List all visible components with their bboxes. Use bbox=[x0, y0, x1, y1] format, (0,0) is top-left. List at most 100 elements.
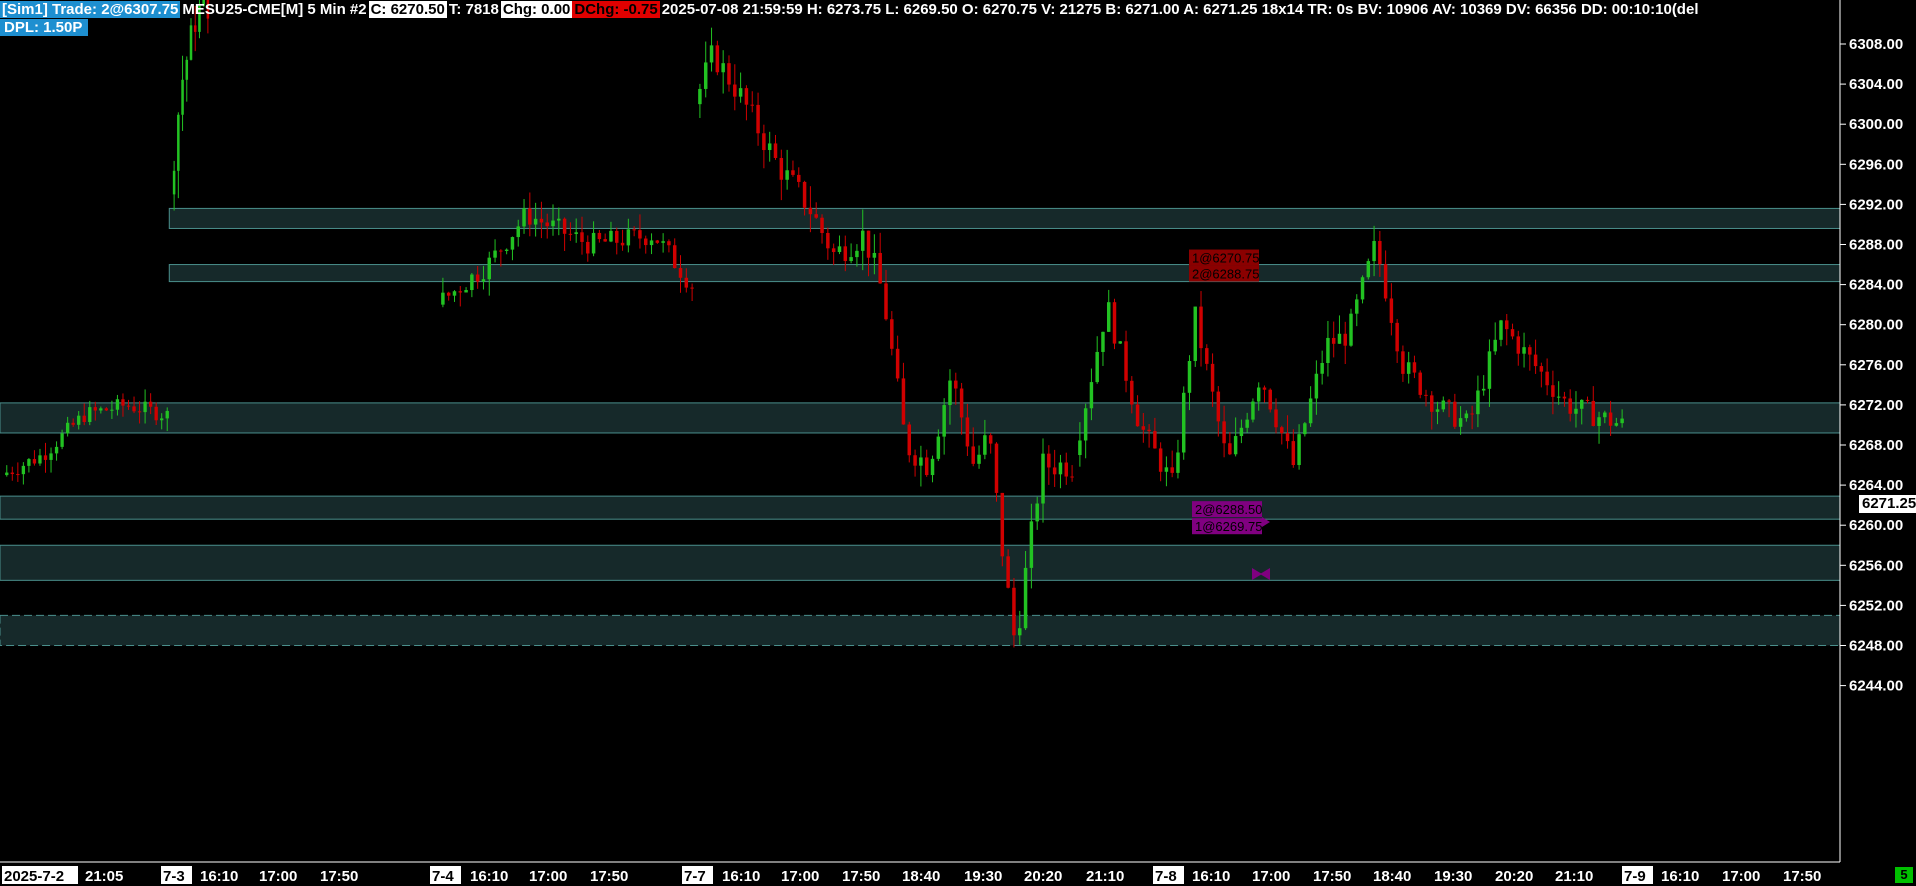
zone-3 bbox=[0, 495, 1841, 520]
time-tick-label: 19:30 bbox=[1434, 868, 1472, 885]
symbol-label: MESU25-CME[M] 5 Min #2 bbox=[182, 1, 367, 18]
candle bbox=[1303, 422, 1307, 437]
candle bbox=[762, 124, 766, 169]
candle bbox=[1453, 393, 1457, 429]
change-value: Chg: 0.00 bbox=[500, 1, 573, 18]
time-tick-label: 7-9 bbox=[1624, 868, 1646, 885]
zone-0 bbox=[168, 207, 1841, 229]
candle bbox=[936, 429, 941, 462]
candle bbox=[878, 232, 882, 284]
price-tick-label: 6272.00 bbox=[1849, 397, 1903, 414]
candle bbox=[1095, 336, 1099, 384]
time-tick-label: 16:10 bbox=[470, 868, 508, 885]
candle bbox=[1000, 492, 1005, 567]
time-tick-label: 17:50 bbox=[1783, 868, 1821, 885]
candle bbox=[1251, 398, 1255, 423]
candle bbox=[698, 83, 702, 118]
candle bbox=[1064, 452, 1069, 485]
price-tick-label: 6292.00 bbox=[1849, 196, 1903, 213]
candle bbox=[649, 233, 654, 255]
candle bbox=[1366, 258, 1371, 280]
price-tick-label: 6288.00 bbox=[1849, 237, 1903, 254]
candle bbox=[826, 227, 830, 260]
candle bbox=[901, 362, 906, 425]
candle bbox=[1343, 321, 1347, 365]
zone-1 bbox=[168, 264, 1841, 283]
candle bbox=[528, 192, 532, 237]
candle bbox=[1164, 456, 1169, 487]
candle bbox=[1170, 450, 1174, 478]
candle bbox=[1395, 319, 1399, 363]
candle bbox=[1308, 386, 1313, 427]
candle bbox=[185, 56, 189, 102]
corner-badge[interactable]: 5 bbox=[1895, 867, 1913, 883]
candle bbox=[499, 249, 503, 267]
time-axis: 2025-7-2 21:05 7-3 16:10 17:00 17:50 7-4 16:10 1… bbox=[2, 866, 1821, 885]
candle bbox=[1556, 381, 1561, 405]
price-tick-label: 6308.00 bbox=[1849, 36, 1903, 53]
candle bbox=[1193, 306, 1197, 367]
time-tick-label: 16:10 bbox=[1192, 868, 1230, 885]
candle bbox=[10, 466, 14, 481]
candle bbox=[177, 112, 180, 199]
candle bbox=[678, 255, 683, 293]
order-label-3: 1@6269.75 bbox=[1195, 519, 1262, 534]
time-tick-label: 17:50 bbox=[842, 868, 880, 885]
time-tick-label: 17:50 bbox=[320, 868, 358, 885]
candle bbox=[855, 244, 859, 267]
sim-trade-badge[interactable]: [Sim1] Trade: 2@6307.75 bbox=[0, 1, 181, 18]
candle bbox=[493, 239, 497, 263]
price-tick-label: 6252.00 bbox=[1849, 597, 1903, 614]
candle bbox=[539, 201, 544, 239]
candle bbox=[895, 335, 900, 382]
candle bbox=[1320, 350, 1324, 385]
candle bbox=[1337, 315, 1342, 344]
chart-header: [Sim1] Trade: 2@6307.75 MESU25-CME[M] 5 M… bbox=[0, 0, 1700, 19]
candle bbox=[661, 233, 665, 253]
time-tick-label: 2025-7-2 bbox=[4, 868, 64, 885]
candle bbox=[1499, 319, 1503, 347]
candle bbox=[1047, 445, 1051, 485]
price-tick-label: 6300.00 bbox=[1849, 116, 1903, 133]
candle bbox=[172, 160, 176, 211]
candle bbox=[1539, 362, 1544, 388]
current-price-tag: 6271.25 bbox=[1859, 495, 1916, 513]
candle bbox=[756, 92, 760, 146]
candle bbox=[49, 447, 53, 473]
candle bbox=[27, 458, 31, 473]
candle bbox=[890, 311, 894, 356]
close-price: C: 6270.50 bbox=[368, 1, 447, 18]
candle bbox=[919, 445, 923, 487]
candle bbox=[1389, 283, 1394, 336]
candle bbox=[620, 229, 625, 251]
candle bbox=[1176, 439, 1180, 479]
candle bbox=[767, 131, 772, 162]
order-label-2: 2@6288.50 bbox=[1195, 502, 1262, 517]
candle bbox=[16, 462, 20, 482]
candle bbox=[1522, 332, 1526, 368]
price-chart[interactable]: 1@6270.752@6288.75 2@6288.50 1@6269.75 630… bbox=[0, 0, 1916, 886]
candle bbox=[510, 236, 515, 261]
price-tick-label: 6260.00 bbox=[1849, 517, 1903, 534]
candle bbox=[779, 149, 784, 201]
candle bbox=[1106, 289, 1111, 333]
candle bbox=[954, 372, 958, 405]
time-tick-label: 7-7 bbox=[684, 868, 706, 885]
candle bbox=[1268, 388, 1272, 413]
candle bbox=[849, 243, 853, 264]
candle bbox=[1135, 395, 1140, 427]
candle bbox=[181, 55, 184, 131]
candle bbox=[1181, 386, 1186, 460]
dpl-badge: DPL: 1.50P bbox=[0, 19, 89, 36]
time-tick-label: 20:20 bbox=[1024, 868, 1062, 885]
candle bbox=[533, 202, 538, 237]
candle bbox=[1406, 351, 1411, 384]
candle bbox=[1355, 294, 1359, 327]
time-tick-label: 17:00 bbox=[1252, 868, 1290, 885]
candle bbox=[1070, 465, 1074, 482]
zone-2 bbox=[0, 402, 1841, 434]
candle bbox=[644, 235, 648, 254]
candle bbox=[1210, 353, 1215, 407]
candle bbox=[1331, 321, 1336, 358]
time-tick-label: 18:40 bbox=[1373, 868, 1411, 885]
